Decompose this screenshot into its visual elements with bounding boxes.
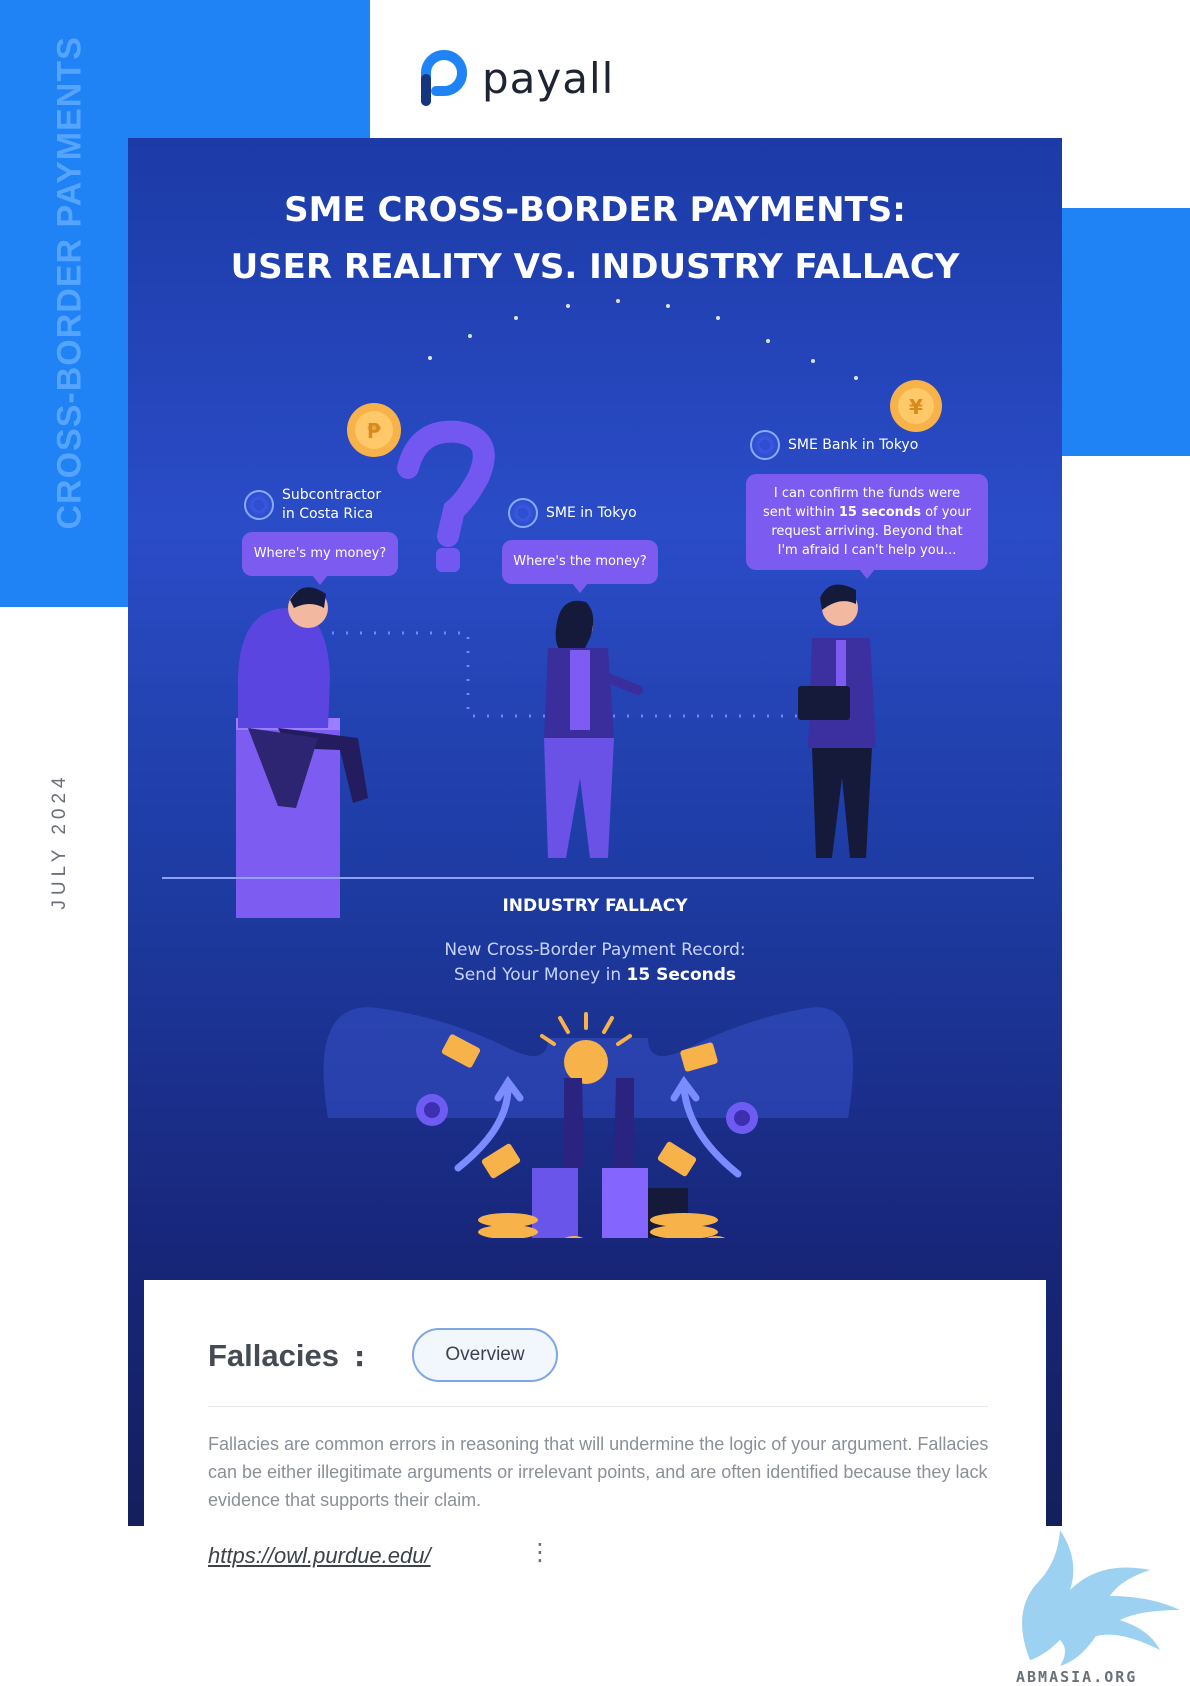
- vertical-dots-icon[interactable]: ⋮: [528, 1540, 552, 1564]
- subcontractor-label: Subcontractor in Costa Rica: [244, 486, 381, 524]
- right-blue-block: [1062, 208, 1190, 456]
- overview-tab-button[interactable]: Overview: [412, 1328, 558, 1382]
- source-link[interactable]: https://owl.purdue.edu/: [208, 1543, 431, 1569]
- card-divider: [208, 1406, 988, 1407]
- bank-speech: I can confirm the funds were sent within…: [746, 474, 988, 579]
- card-description: Fallacies are common errors in reasoning…: [208, 1434, 989, 1510]
- industry-fallacy-text: New Cross-Border Payment Record: Send Yo…: [444, 940, 746, 985]
- subcontractor-figure: [236, 587, 368, 918]
- logo-wordmark: payall: [482, 53, 615, 103]
- industry-fallacy-heading: INDUSTRY FALLACY: [502, 896, 688, 916]
- sme-figure: [544, 600, 643, 858]
- dragon-logo-icon: [1022, 1530, 1180, 1666]
- star-dots: [428, 299, 858, 380]
- watermark-text: ABMASIA.ORG: [1016, 1668, 1138, 1686]
- sme-speech: Where's the money?: [502, 540, 658, 593]
- globe-icon: [508, 498, 538, 528]
- subcontractor-speech: Where's my money?: [242, 532, 398, 585]
- globe-icon: [244, 490, 274, 520]
- payall-logo-icon: [421, 50, 467, 106]
- bank-figure: [798, 584, 876, 858]
- svg-text:₱: ₱: [367, 419, 381, 443]
- question-mark-icon: [397, 420, 495, 572]
- payall-logo[interactable]: payall: [416, 48, 614, 108]
- success-illustration: [323, 1007, 853, 1238]
- card-colon: :: [354, 1340, 366, 1373]
- scene-illustration: ₱ ¥: [162, 299, 1034, 1238]
- sme-label: SME in Tokyo: [508, 498, 637, 528]
- yen-coin-icon: ¥: [890, 380, 942, 432]
- bank-label: SME Bank in Tokyo: [750, 430, 918, 460]
- fallacies-card: Fallacies : Overview Fallacies are commo…: [144, 1280, 1046, 1684]
- globe-icon: [750, 430, 780, 460]
- card-title: Fallacies: [208, 1338, 339, 1373]
- svg-text:¥: ¥: [909, 395, 923, 419]
- coin-icon: ₱: [347, 403, 401, 457]
